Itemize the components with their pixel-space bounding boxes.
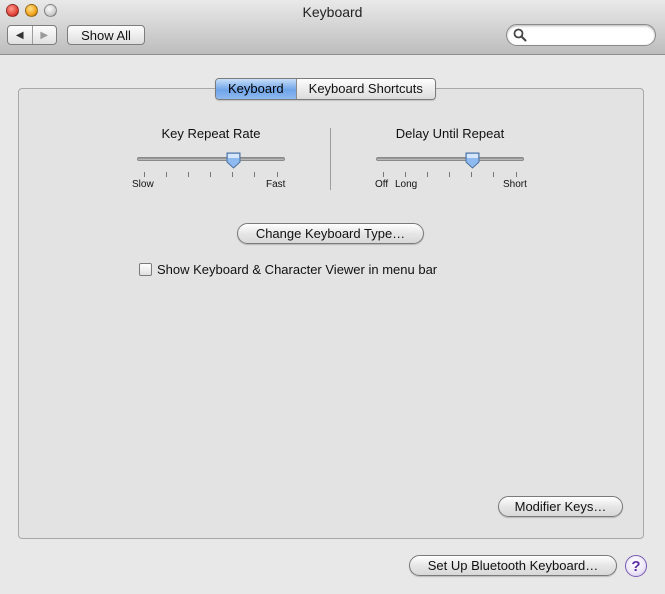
delay-repeat-title: Delay Until Repeat bbox=[395, 126, 505, 141]
slider-tick bbox=[166, 172, 167, 177]
slider-tick bbox=[516, 172, 517, 177]
slider-tick bbox=[427, 172, 428, 177]
keyboard-preferences-window: Keyboard ◀ ▶ Show All Keyboard Keyboard … bbox=[0, 0, 665, 594]
key-repeat-min-label: Slow bbox=[132, 179, 154, 190]
slider-tick bbox=[493, 172, 494, 177]
slider-tick bbox=[144, 172, 145, 177]
change-keyboard-type-button[interactable]: Change Keyboard Type… bbox=[237, 223, 424, 244]
slider-tick bbox=[471, 172, 472, 177]
set-up-bluetooth-keyboard-button[interactable]: Set Up Bluetooth Keyboard… bbox=[409, 555, 617, 576]
search-input[interactable] bbox=[529, 27, 647, 43]
delay-repeat-slider[interactable] bbox=[376, 157, 524, 161]
help-icon: ? bbox=[631, 557, 641, 575]
forward-arrow-icon: ▶ bbox=[40, 29, 49, 41]
slider-tick bbox=[383, 172, 384, 177]
title-toolbar: Keyboard ◀ ▶ Show All bbox=[0, 0, 665, 55]
show-all-button[interactable]: Show All bbox=[67, 25, 145, 45]
tab-bar: Keyboard Keyboard Shortcuts bbox=[215, 78, 436, 100]
key-repeat-slider-thumb[interactable] bbox=[226, 152, 241, 169]
help-button[interactable]: ? bbox=[625, 555, 647, 577]
keyboard-viewer-checkbox[interactable] bbox=[139, 263, 152, 276]
keyboard-viewer-label: Show Keyboard & Character Viewer in menu… bbox=[157, 262, 438, 277]
search-icon bbox=[513, 28, 527, 42]
section-divider bbox=[330, 128, 331, 190]
tab-keyboard[interactable]: Keyboard bbox=[216, 79, 296, 99]
slider-tick bbox=[210, 172, 211, 177]
tab-content-panel bbox=[18, 88, 644, 539]
slider-tick bbox=[449, 172, 450, 177]
tab-keyboard-shortcuts[interactable]: Keyboard Shortcuts bbox=[295, 79, 435, 99]
back-button[interactable]: ◀ bbox=[8, 26, 32, 44]
back-forward-control: ◀ ▶ bbox=[7, 25, 57, 45]
delay-repeat-min-label: Long bbox=[395, 179, 418, 190]
delay-repeat-max-label: Short bbox=[503, 179, 527, 190]
delay-repeat-slider-thumb[interactable] bbox=[465, 152, 480, 169]
keyboard-viewer-option[interactable]: Show Keyboard & Character Viewer in menu… bbox=[139, 262, 437, 277]
slider-tick bbox=[232, 172, 233, 177]
search-field[interactable] bbox=[506, 24, 656, 46]
slider-tick bbox=[277, 172, 278, 177]
key-repeat-slider[interactable] bbox=[137, 157, 285, 161]
key-repeat-title: Key Repeat Rate bbox=[161, 126, 261, 141]
window-title: Keyboard bbox=[302, 4, 363, 20]
forward-button[interactable]: ▶ bbox=[31, 26, 57, 44]
slider-tick bbox=[188, 172, 189, 177]
slider-tick bbox=[405, 172, 406, 177]
modifier-keys-button[interactable]: Modifier Keys… bbox=[498, 496, 623, 517]
back-arrow-icon: ◀ bbox=[15, 29, 24, 41]
slider-tick bbox=[254, 172, 255, 177]
key-repeat-max-label: Fast bbox=[266, 179, 286, 190]
delay-repeat-off-label: Off bbox=[375, 179, 389, 190]
